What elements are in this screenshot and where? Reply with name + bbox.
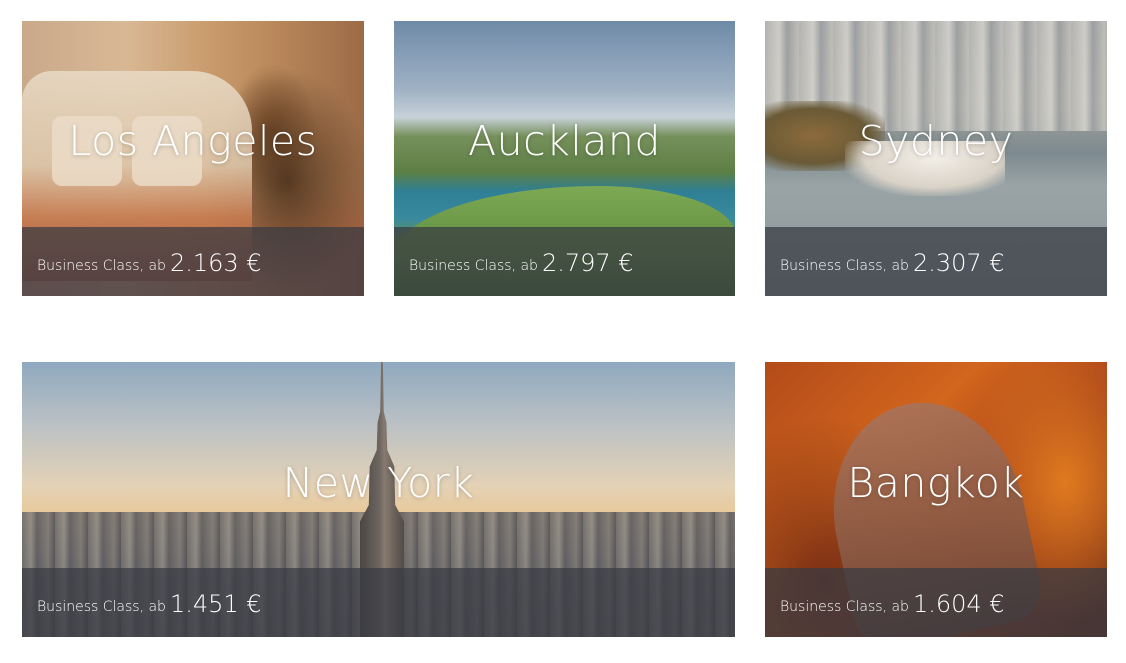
price-bar: Business Class, ab 2.163 € [22, 227, 364, 296]
city-name: Auckland [468, 117, 661, 165]
price-bar: Business Class, ab 1.451 € [22, 568, 735, 637]
city-name: Los Angeles [68, 117, 318, 165]
city-name: Bangkok [847, 459, 1025, 507]
price-bar: Business Class, ab 2.797 € [394, 227, 735, 296]
city-name: Sydney [858, 117, 1014, 165]
price-value: 2.163 € [169, 248, 262, 277]
destination-card-los-angeles[interactable]: Los Angeles Business Class, ab 2.163 € [22, 21, 364, 296]
destination-card-new-york[interactable]: New York Business Class, ab 1.451 € [22, 362, 735, 637]
price-value: 1.604 € [912, 589, 1005, 618]
city-name: New York [282, 459, 475, 507]
destination-card-auckland[interactable]: Auckland Business Class, ab 2.797 € [394, 21, 735, 296]
destination-card-sydney[interactable]: Sydney Business Class, ab 2.307 € [765, 21, 1107, 296]
price-prefix: Business Class, ab [37, 598, 166, 615]
price-value: 1.451 € [169, 589, 262, 618]
destination-grid: Los Angeles Business Class, ab 2.163 € A… [0, 0, 1126, 663]
price-prefix: Business Class, ab [409, 257, 538, 274]
price-prefix: Business Class, ab [780, 598, 909, 615]
price-bar: Business Class, ab 1.604 € [765, 568, 1107, 637]
price-value: 2.307 € [912, 248, 1005, 277]
price-prefix: Business Class, ab [780, 257, 909, 274]
price-prefix: Business Class, ab [37, 257, 166, 274]
price-bar: Business Class, ab 2.307 € [765, 227, 1107, 296]
price-value: 2.797 € [541, 248, 634, 277]
destination-card-bangkok[interactable]: Bangkok Business Class, ab 1.604 € [765, 362, 1107, 637]
